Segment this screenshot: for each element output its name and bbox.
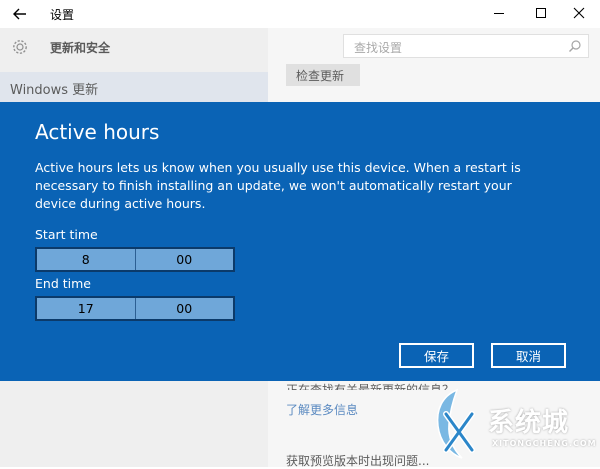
close-icon (573, 7, 585, 19)
start-hour[interactable]: 8 (37, 249, 135, 270)
maximize-button[interactable] (524, 2, 558, 24)
logo-x-icon (436, 388, 475, 459)
dialog-description: Active hours lets us know when you usual… (35, 160, 521, 211)
end-hour[interactable]: 17 (37, 298, 135, 319)
back-arrow-icon (13, 8, 26, 20)
cancel-button[interactable]: 取消 (491, 343, 566, 368)
watermark-en: XITONGCHENG.COM (492, 439, 597, 448)
end-time-picker[interactable]: 17 00 (35, 296, 235, 321)
close-button[interactable] (562, 2, 596, 24)
end-minute[interactable]: 00 (134, 298, 234, 319)
window-title: 设置 (50, 8, 75, 22)
back-button[interactable] (8, 4, 32, 24)
watermark-cn: 系统城 (488, 408, 570, 438)
save-button[interactable]: 保存 (399, 343, 474, 368)
minimize-button[interactable] (482, 2, 516, 24)
start-minute[interactable]: 00 (134, 249, 234, 270)
start-time-picker[interactable]: 8 00 (35, 247, 235, 272)
watermark-logo: 系统城 XITONGCHENG.COM (432, 384, 597, 464)
end-time-label: End time (35, 276, 91, 291)
start-time-label: Start time (35, 227, 98, 242)
minimize-icon (494, 13, 504, 14)
maximize-icon (536, 8, 546, 18)
title-bar: 设置 (0, 0, 600, 28)
dialog-title: Active hours (35, 120, 160, 144)
active-hours-dialog: Active hours Active hours lets us know w… (0, 102, 600, 381)
